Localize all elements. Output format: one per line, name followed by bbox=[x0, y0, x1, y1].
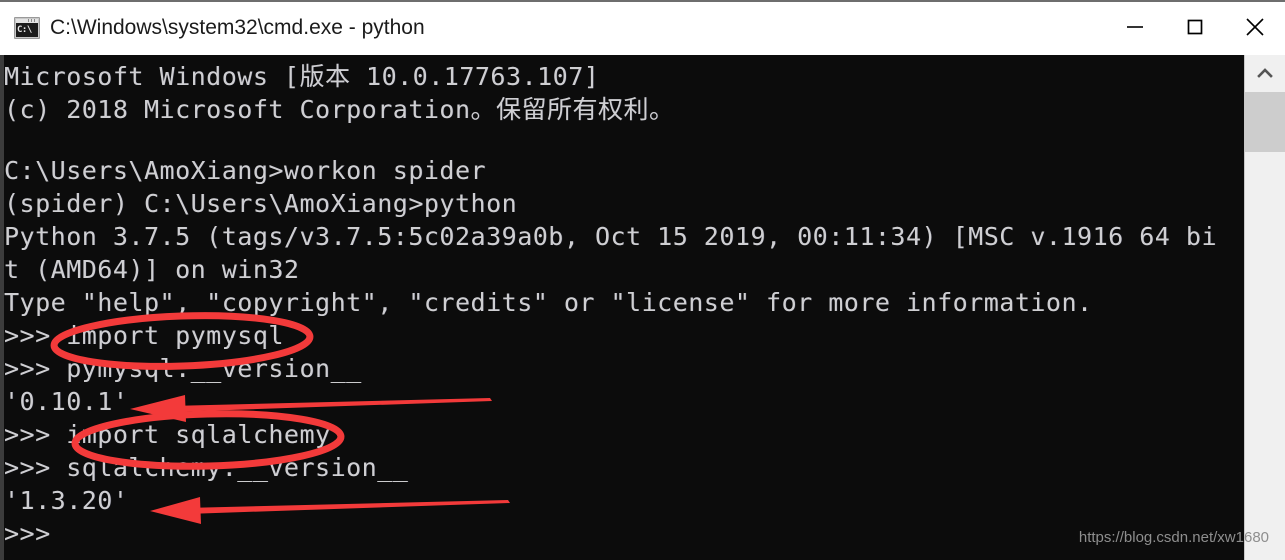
scrollbar-thumb[interactable] bbox=[1245, 92, 1285, 152]
cmd-window: C:\ C:\Windows\system32\cmd.exe - python bbox=[0, 0, 1285, 560]
cmd-console-icon: C:\ bbox=[14, 16, 40, 39]
terminal-line: >>> import pymysql bbox=[4, 321, 284, 350]
terminal-line: t (AMD64)] on win32 bbox=[4, 255, 300, 284]
title-bar[interactable]: C:\ C:\Windows\system32\cmd.exe - python bbox=[0, 0, 1285, 56]
terminal-line: (c) 2018 Microsoft Corporation。保留所有权利。 bbox=[4, 95, 675, 124]
icon-screen-text: C:\ bbox=[16, 22, 38, 37]
terminal-text: Microsoft Windows [版本 10.0.17763.107] (c)… bbox=[4, 55, 1244, 560]
chevron-up-icon bbox=[1257, 68, 1273, 78]
terminal-line: C:\Users\AmoXiang>workon spider bbox=[4, 156, 487, 185]
terminal-line: Type "help", "copyright", "credits" or "… bbox=[4, 288, 1093, 317]
vertical-scrollbar[interactable] bbox=[1244, 55, 1285, 560]
terminal-line: >>> import sqlalchemy bbox=[4, 420, 331, 449]
terminal-line: '1.3.20' bbox=[4, 486, 129, 515]
window-title: C:\Windows\system32\cmd.exe - python bbox=[50, 15, 425, 39]
window-controls bbox=[1105, 0, 1285, 55]
scrollbar-up-button[interactable] bbox=[1245, 55, 1285, 91]
terminal-line: >>> pymysql.__version__ bbox=[4, 354, 362, 383]
close-button[interactable] bbox=[1225, 0, 1285, 54]
terminal-line: >>> sqlalchemy.__version__ bbox=[4, 453, 409, 482]
close-icon bbox=[1246, 18, 1264, 36]
title-bar-top-edge bbox=[0, 0, 1285, 2]
minimize-icon bbox=[1127, 26, 1143, 28]
minimize-button[interactable] bbox=[1105, 0, 1165, 54]
terminal-line: Microsoft Windows [版本 10.0.17763.107] bbox=[4, 62, 600, 91]
terminal-line: (spider) C:\Users\AmoXiang>python bbox=[4, 189, 518, 218]
terminal-line: Python 3.7.5 (tags/v3.7.5:5c02a39a0b, Oc… bbox=[4, 222, 1217, 251]
maximize-button[interactable] bbox=[1165, 0, 1225, 54]
watermark-text: https://blog.csdn.net/xw1680 bbox=[1078, 529, 1269, 546]
maximize-icon bbox=[1187, 19, 1203, 35]
terminal-line: >>> bbox=[4, 519, 51, 548]
terminal-line: '0.10.1' bbox=[4, 387, 129, 416]
console-output-area[interactable]: Microsoft Windows [版本 10.0.17763.107] (c)… bbox=[0, 55, 1285, 560]
